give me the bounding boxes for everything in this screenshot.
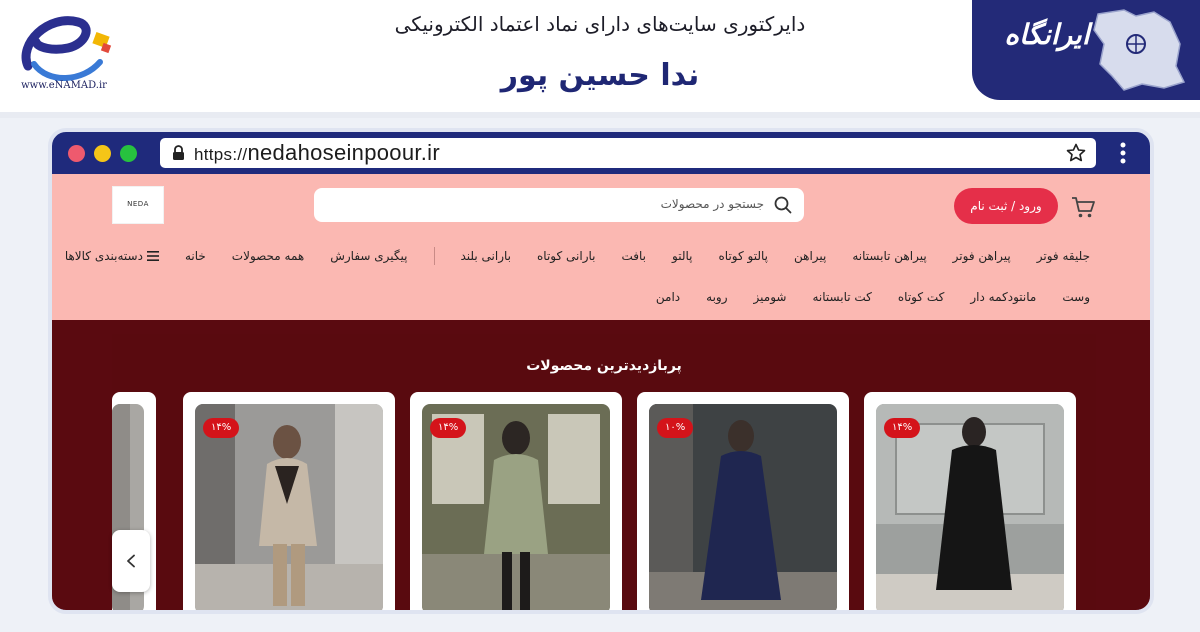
nav-item-blouse[interactable]: شومیز (754, 290, 787, 304)
product-photo: ۱۴% (876, 404, 1064, 610)
site-logo-text: NEDA (127, 200, 149, 208)
featured-title: پربازدیدترین محصولات (526, 358, 682, 374)
irangah-logo[interactable]: ایرانگاه (972, 0, 1200, 100)
product-photo: ۱۰% (649, 404, 837, 610)
carousel-prev-button[interactable] (112, 530, 150, 592)
sub-nav: دامن روبه شومیز کت تابستانه کت کوتاه مان… (630, 290, 1090, 304)
nav-categories[interactable]: دسته‌بندی کالاها (65, 249, 159, 263)
nav-item-fleece-vest[interactable]: جلیقه فوتر (1037, 249, 1090, 263)
url-text: https://nedahoseinpoour.ir (194, 140, 440, 166)
product-card[interactable]: ۱۴% (410, 392, 622, 610)
product-card[interactable]: ۱۴% (183, 392, 395, 610)
nav-divider (433, 247, 435, 265)
discount-badge: ۱۰% (657, 418, 694, 438)
nav-all-products[interactable]: همه محصولات (232, 249, 304, 263)
product-card[interactable]: ۱۴% (864, 392, 1076, 610)
url-domain: nedahoseinpoour.ir (247, 140, 440, 165)
search-placeholder: جستجو در محصولات (660, 197, 764, 211)
nav-item-short-jacket[interactable]: کت کوتاه (898, 290, 945, 304)
url-protocol: https:// (194, 145, 248, 164)
browser-window: https://nedahoseinpoour.ir ورود / ثبت نا… (48, 128, 1154, 614)
iran-map-icon (1093, 9, 1186, 91)
nav-item-dress[interactable]: پیراهن (794, 249, 826, 263)
site-logo[interactable]: NEDA (112, 186, 164, 224)
cart-icon[interactable] (1070, 194, 1096, 220)
lock-icon (173, 145, 184, 160)
nav-home[interactable]: خانه (185, 249, 206, 263)
discount-badge: ۱۴% (884, 418, 921, 438)
nav-item-skirt[interactable]: دامن (656, 290, 680, 304)
nav-categories-label: دسته‌بندی کالاها (64, 249, 143, 263)
browser-menu-icon[interactable] (1120, 142, 1126, 164)
directory-header: www.eNAMAD.ir دایرکتوری سایت‌های دارای ن… (0, 0, 1200, 118)
nav-item-coat[interactable]: پالتو (672, 249, 692, 263)
discount-badge: ۱۴% (203, 418, 240, 438)
nav-item-vest[interactable]: وست (1062, 290, 1090, 304)
browser-titlebar: https://nedahoseinpoour.ir (52, 132, 1150, 174)
maximize-window-button[interactable] (120, 145, 137, 162)
product-photo: ۱۴% (195, 404, 383, 610)
discount-badge: ۱۴% (430, 418, 467, 438)
nav-item-robe[interactable]: روبه (706, 290, 727, 304)
nav-item-fleece-dress[interactable]: پیراهن فوتر (953, 249, 1011, 263)
nav-item-long-raincoat[interactable]: بارانی بلند (461, 249, 512, 263)
featured-section: پربازدیدترین محصولات ۱۴% ۱۴% ۱۰% ۱۴% (52, 320, 1150, 610)
header-divider (0, 112, 1200, 118)
nav-item-knitwear[interactable]: بافت (622, 249, 647, 263)
nav-item-short-coat[interactable]: پالتو کوتاه (719, 249, 768, 263)
nav-item-summer-jacket[interactable]: کت تابستانه (812, 290, 871, 304)
enamad-url[interactable]: www.eNAMAD.ir (4, 80, 124, 91)
nav-item-summer-dress[interactable]: پیراهن تابستانه (852, 249, 926, 263)
bookmark-star-icon[interactable] (1066, 143, 1086, 163)
main-nav: دسته‌بندی کالاها خانه همه محصولات پیگیری… (52, 247, 1090, 265)
nav-item-short-raincoat[interactable]: بارانی کوتاه (537, 249, 595, 263)
product-photo: ۱۴% (422, 404, 610, 610)
site-viewport: ورود / ثبت نام جستجو در محصولات NEDA دست… (52, 174, 1150, 610)
nav-item-buttoned-manteau[interactable]: مانتودکمه دار (970, 290, 1036, 304)
nav-order-tracking[interactable]: پیگیری سفارش (330, 249, 407, 263)
directory-title: دایرکتوری سایت‌های دارای نماد اعتماد الک… (394, 12, 806, 36)
chevron-left-icon (127, 554, 135, 568)
search-icon (774, 196, 792, 214)
hamburger-icon (146, 251, 159, 261)
store-owner-name: ندا حسین پور (500, 58, 700, 93)
close-window-button[interactable] (68, 145, 85, 162)
product-card[interactable]: ۱۰% (637, 392, 849, 610)
address-bar[interactable]: https://nedahoseinpoour.ir (160, 138, 1096, 168)
product-search-input[interactable]: جستجو در محصولات (314, 188, 804, 222)
minimize-window-button[interactable] (94, 145, 111, 162)
login-signup-button[interactable]: ورود / ثبت نام (954, 188, 1058, 224)
